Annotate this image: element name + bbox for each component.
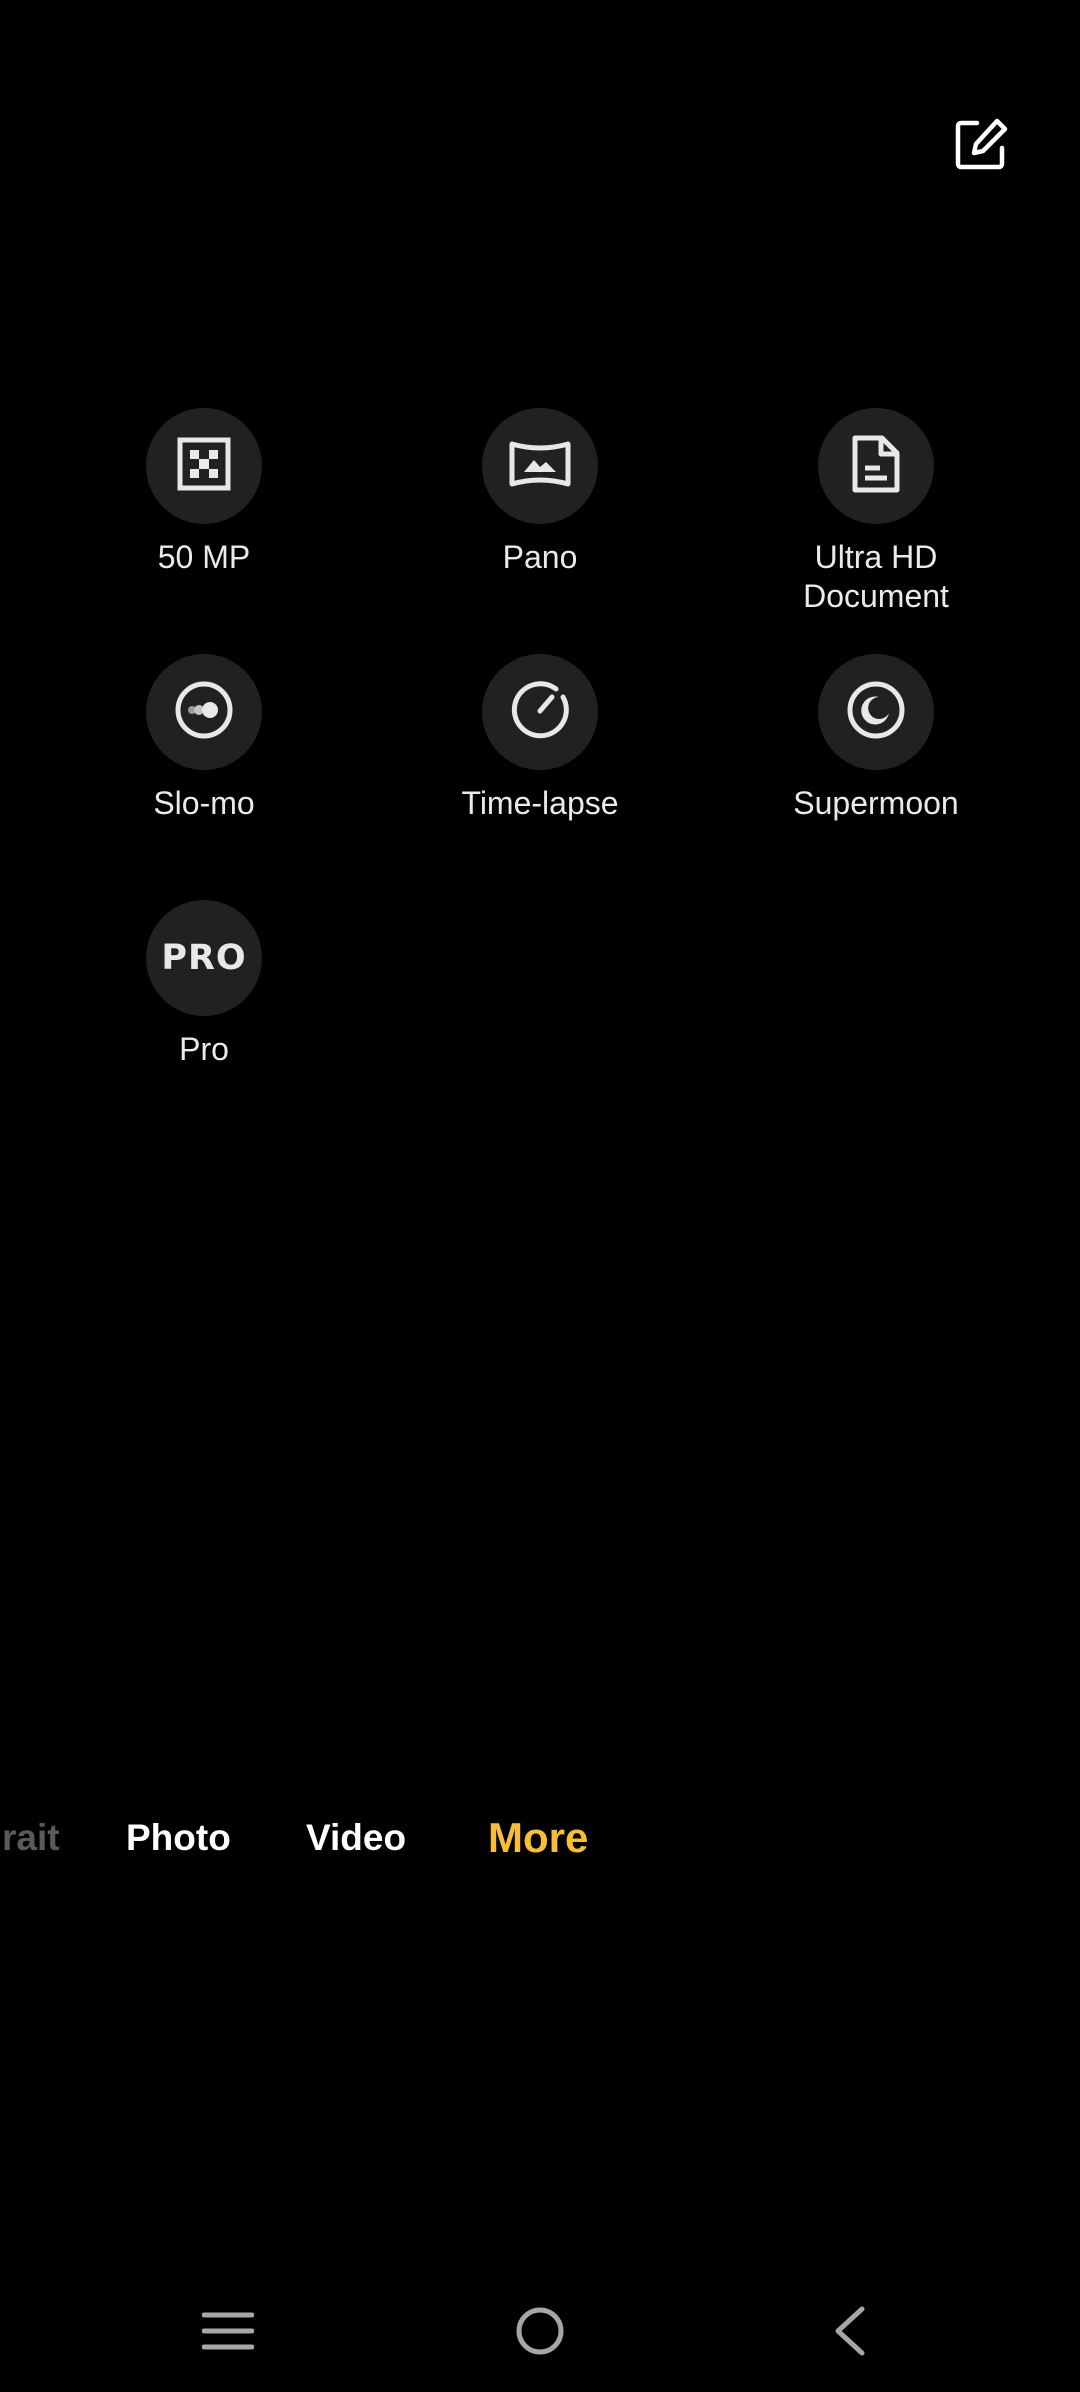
- mode-pro[interactable]: PRO Pro: [44, 900, 364, 1069]
- moon-icon: [846, 680, 906, 745]
- mode-time-lapse[interactable]: Time-lapse: [380, 654, 700, 823]
- mode-pano[interactable]: Pano: [380, 408, 700, 577]
- high-res-grid-icon: [176, 436, 232, 497]
- edit-square-icon: [953, 117, 1009, 178]
- document-icon: [850, 434, 902, 499]
- mode-label: Time-lapse: [461, 785, 619, 821]
- pro-text-icon: PRO: [161, 938, 247, 978]
- mode-supermoon-circle[interactable]: [818, 654, 934, 770]
- mode-label: Pano: [502, 539, 578, 575]
- mode-pano-circle[interactable]: [482, 408, 598, 524]
- mode-tab-more[interactable]: More: [488, 1808, 588, 1868]
- panorama-icon: [508, 438, 572, 495]
- camera-mode-strip[interactable]: rait Photo Video More: [0, 1808, 1080, 1868]
- mode-tab-video[interactable]: Video: [306, 1808, 406, 1868]
- mode-slo-mo[interactable]: Slo-mo: [44, 654, 364, 823]
- edit-button[interactable]: [946, 112, 1016, 182]
- home-icon: [514, 2305, 566, 2362]
- menu-icon: [201, 2309, 255, 2358]
- slow-motion-icon: [174, 680, 234, 745]
- menu-button[interactable]: [178, 2290, 278, 2376]
- mode-ultra-hd-document[interactable]: Ultra HD Document: [716, 408, 1036, 616]
- mode-tab-photo[interactable]: Photo: [126, 1808, 231, 1868]
- system-navigation-bar: [0, 2290, 1080, 2376]
- mode-time-lapse-circle[interactable]: [482, 654, 598, 770]
- mode-label: Pro: [179, 1031, 229, 1067]
- mode-supermoon[interactable]: Supermoon: [716, 654, 1036, 823]
- mode-50mp-circle[interactable]: [146, 408, 262, 524]
- mode-slo-mo-circle[interactable]: [146, 654, 262, 770]
- timelapse-icon: [510, 680, 570, 745]
- mode-label: 50 MP: [157, 539, 251, 575]
- mode-label: Supermoon: [793, 785, 959, 821]
- home-button[interactable]: [490, 2290, 590, 2376]
- mode-tab-portrait[interactable]: rait: [2, 1808, 60, 1868]
- back-icon: [830, 2305, 870, 2362]
- mode-label: Ultra HD Document: [803, 539, 949, 614]
- mode-50mp[interactable]: 50 MP: [44, 408, 364, 577]
- mode-label: Slo-mo: [153, 785, 255, 821]
- mode-pro-circle[interactable]: PRO: [146, 900, 262, 1016]
- mode-ultra-hd-document-circle[interactable]: [818, 408, 934, 524]
- back-button[interactable]: [800, 2290, 900, 2376]
